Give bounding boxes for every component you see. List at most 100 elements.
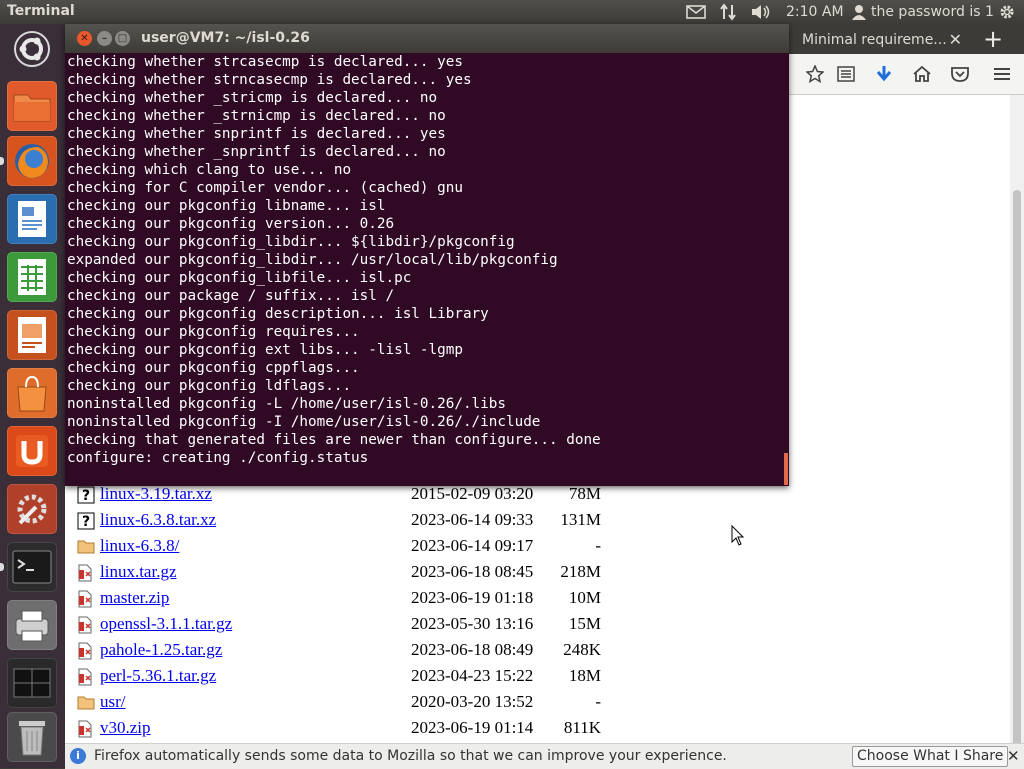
minimize-window-icon[interactable]: – [97,31,112,46]
terminal-line: checking that generated files are newer … [67,432,601,448]
terminal-line: checking for C compiler vendor... (cache… [67,180,463,196]
reader-list-icon[interactable] [834,62,858,86]
active-app-title: Terminal [7,3,75,19]
file-link[interactable]: usr/ [100,692,126,712]
file-link[interactable]: master.zip [100,588,169,608]
terminal-titlebar[interactable]: ✕ – □ user@VM7: ~/isl-0.26 [65,24,789,53]
terminal-line: expanded our pkgconfig_libdir... /usr/lo… [67,252,558,268]
launcher-calc[interactable] [7,252,57,302]
file-link[interactable]: linux-6.3.8/ [100,536,179,556]
mouse-pointer-icon [731,524,745,551]
user-name[interactable]: the password is 1 [871,2,994,22]
terminal-line: checking whether strcasecmp is declared.… [67,54,463,70]
launcher-firefox[interactable] [0,136,57,186]
file-size: - [595,536,601,555]
svg-text:?: ? [82,514,90,530]
file-date: 2023-04-23 15:22 [411,666,534,685]
launcher [0,24,65,768]
terminal-line: checking which clang to use... no [67,162,352,178]
terminal-line: checking our pkgconfig libname... isl [67,198,386,214]
terminal-window: ✕ – □ user@VM7: ~/isl-0.26 checking whet… [65,24,789,486]
calc-spreadsheet-icon [18,259,46,295]
info-icon: i [70,748,86,764]
file-link[interactable]: linux-6.3.8.tar.xz [100,510,216,530]
terminal-output[interactable]: checking whether strcasecmp is declared.… [67,53,785,486]
close-notification-icon[interactable]: ✕ [1007,747,1020,765]
choose-what-i-share-button[interactable]: Choose What I Share [852,746,1009,767]
folder-icon [77,694,95,712]
mail-icon[interactable] [686,2,706,22]
terminal-line: checking whether _strnicmp is declared..… [67,108,446,124]
file-size: 131M [560,510,601,529]
writer-document-icon [18,201,46,237]
clock[interactable]: 2:10 AM [786,2,844,22]
tab-active[interactable]: Minimal requireme... ✕ [790,26,970,54]
terminal-line: checking whether _snprintf is declared..… [67,144,446,160]
launcher-writer[interactable] [7,194,57,244]
bookmark-star-icon[interactable] [803,62,827,86]
vertical-scrollbar[interactable] [1010,95,1024,750]
unknown-file-icon: ? [77,486,95,504]
file-link[interactable]: linux.tar.gz [100,562,176,582]
file-row: perl-5.36.1.tar.gz 2023-04-23 15:22 18M [65,664,625,690]
launcher-printers[interactable] [7,600,57,650]
volume-icon[interactable] [750,2,772,22]
file-row: master.zip 2023-06-19 01:18 10M [65,586,625,612]
file-link[interactable]: linux-3.19.tar.xz [100,484,212,504]
launcher-workspace-switcher[interactable] [7,658,57,708]
maximize-window-icon[interactable]: □ [115,31,130,46]
ubuntu-one-icon [16,435,48,467]
folder-icon [13,94,51,122]
gear-icon[interactable] [998,2,1016,22]
network-icon[interactable] [719,2,737,22]
notification-bar: i Firefox automatically sends some data … [65,743,1024,769]
unknown-file-icon: ? [77,512,95,530]
launcher-dash-home[interactable] [7,24,57,74]
terminal-line: checking our pkgconfig_libfile... isl.pc [67,270,412,286]
notification-text: Firefox automatically sends some data to… [94,748,727,764]
file-row: pahole-1.25.tar.gz 2023-06-18 08:49 248K [65,638,625,664]
running-indicator [0,157,4,165]
new-tab-plus-icon[interactable]: + [983,26,1003,52]
launcher-software-center[interactable] [7,368,57,418]
file-size: - [595,692,601,711]
terminal-line: checking our pkgconfig ldflags... [67,378,352,394]
file-link[interactable]: openssl-3.1.1.tar.gz [100,614,232,634]
close-tab-icon[interactable]: ✕ [949,30,962,49]
launcher-files[interactable] [7,81,57,131]
file-link[interactable]: v30.zip [100,718,151,738]
file-link[interactable]: pahole-1.25.tar.gz [100,640,222,660]
terminal-line: configure: creating ./config.status [67,450,369,466]
archive-file-icon [77,668,95,686]
downloads-arrow-icon[interactable] [872,62,896,86]
file-link[interactable]: perl-5.36.1.tar.gz [100,666,216,686]
printer-icon [15,610,49,642]
scrollbar-thumb[interactable] [1013,190,1021,750]
terminal-line: checking our pkgconfig cppflags... [67,360,360,376]
file-row: usr/2020-03-20 13:52 - [65,690,625,716]
launcher-terminal[interactable] [0,542,57,592]
file-size: 811K [563,718,601,737]
terminal-line: checking our package / suffix... isl / [67,288,395,304]
terminal-line: noninstalled pkgconfig -I /home/user/isl… [67,414,541,430]
file-date: 2023-06-14 09:33 [411,510,534,529]
launcher-system-settings[interactable] [7,484,57,534]
file-size: 248K [563,640,601,659]
launcher-ubuntu-one[interactable] [7,426,57,476]
launcher-impress[interactable] [7,310,57,360]
running-indicator [0,563,4,571]
terminal-line: checking whether strncasecmp is declared… [67,72,472,88]
terminal-line: checking our pkgconfig description... is… [67,306,489,322]
archive-file-icon [77,720,95,738]
pocket-icon[interactable] [948,62,972,86]
file-row: ? linux-6.3.8.tar.xz 2023-06-14 09:33 131M [65,508,625,534]
user-icon[interactable] [852,2,866,22]
terminal-line: checking our pkgconfig_libdir... ${libdi… [67,234,515,250]
home-icon[interactable] [910,62,934,86]
svg-text:?: ? [82,488,90,504]
terminal-line: checking whether _stricmp is declared...… [67,90,438,106]
close-window-icon[interactable]: ✕ [77,31,92,46]
launcher-trash[interactable] [7,712,57,762]
menu-hamburger-icon[interactable] [990,62,1014,86]
trash-icon [19,721,45,756]
